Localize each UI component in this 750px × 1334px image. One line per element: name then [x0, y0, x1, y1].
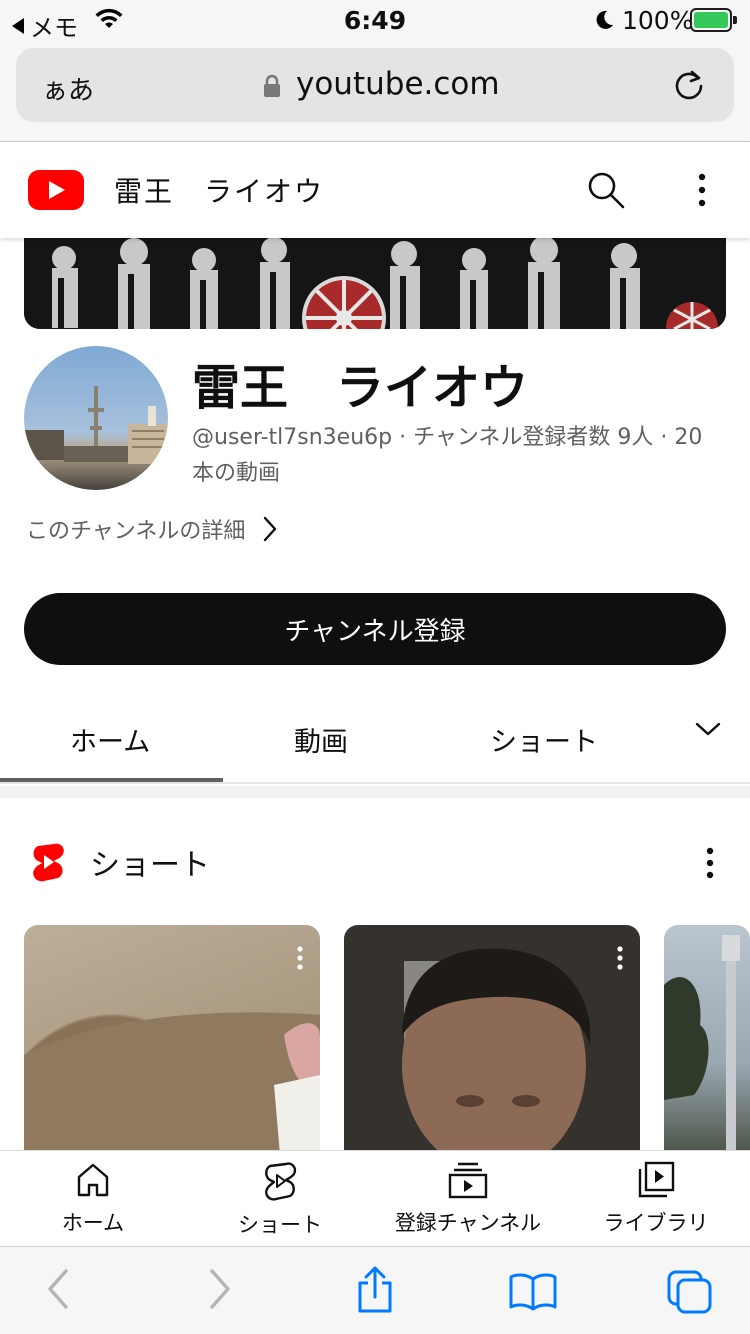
safari-address-bar: ぁあ youtube.com [0, 40, 750, 142]
shorts-shelf-header: ショート [0, 830, 750, 890]
more-vert-icon[interactable] [296, 945, 304, 971]
short-thumbnail[interactable] [664, 925, 750, 1155]
channel-avatar[interactable] [24, 346, 168, 490]
nav-home-label: ホーム [61, 1211, 125, 1235]
active-tab-indicator [0, 778, 223, 782]
chevron-down-icon[interactable] [694, 720, 722, 738]
lock-icon [264, 74, 280, 97]
nav-shorts[interactable]: ショート [190, 1161, 370, 1239]
moon-icon [596, 10, 613, 29]
youtube-header: 雷王 ライオウ [0, 142, 750, 238]
tab-shorts[interactable]: ショート [490, 720, 598, 759]
forward-icon[interactable] [206, 1267, 234, 1311]
channel-banner [24, 238, 726, 329]
channel-tabs: ホーム 動画 ショート [0, 692, 750, 784]
short-thumbnail[interactable] [344, 925, 640, 1155]
nav-shorts-label: ショート [238, 1213, 322, 1237]
more-vert-icon[interactable] [696, 172, 708, 208]
status-bar: メモ 6:49 100% [0, 0, 750, 42]
search-icon[interactable] [586, 170, 626, 210]
section-divider [0, 786, 750, 798]
youtube-bottom-nav: ホーム ショート 登録チャンネル ライブラリ [0, 1150, 750, 1246]
tab-home[interactable]: ホーム [70, 720, 150, 759]
nav-library[interactable]: ライブラリ [566, 1161, 746, 1237]
channel-name: 雷王 ライオウ [192, 360, 529, 416]
chevron-right-icon [264, 516, 277, 542]
safari-toolbar [0, 1246, 750, 1334]
nav-subscriptions[interactable]: 登録チャンネル [378, 1161, 558, 1237]
home-icon [77, 1163, 109, 1197]
subscriptions-icon [448, 1162, 488, 1199]
share-icon[interactable] [354, 1265, 396, 1315]
shorts-shelf-title: ショート [90, 848, 210, 883]
more-vert-icon[interactable] [704, 846, 716, 880]
nav-subscriptions-label: 登録チャンネル [394, 1211, 542, 1235]
url-field[interactable]: ぁあ youtube.com [16, 48, 734, 122]
youtube-logo-icon[interactable] [28, 170, 84, 210]
tabs-icon[interactable] [666, 1269, 714, 1315]
subscribe-button[interactable]: チャンネル登録 [24, 593, 726, 665]
text-size-button[interactable]: ぁあ [42, 70, 94, 107]
nav-library-label: ライブラリ [603, 1211, 709, 1235]
nav-home[interactable]: ホーム [3, 1161, 183, 1237]
channel-meta: @user-tl7sn3eu6p · チャンネル登録者数 9人 · 20 本の動… [192, 425, 703, 486]
channel-details-link[interactable]: このチャンネルの詳細 [26, 513, 277, 545]
shorts-icon [265, 1162, 297, 1201]
url-text: youtube.com [296, 66, 500, 102]
shorts-logo-icon [33, 843, 64, 882]
battery-icon [690, 8, 737, 32]
battery-percentage: 100% [622, 6, 694, 35]
reload-icon[interactable] [672, 68, 706, 102]
more-vert-icon[interactable] [616, 945, 624, 971]
channel-details-label: このチャンネルの詳細 [26, 519, 246, 544]
header-channel-title: 雷王 ライオウ [114, 175, 325, 208]
short-thumbnail[interactable] [24, 925, 320, 1155]
tab-videos[interactable]: 動画 [294, 720, 348, 759]
library-icon [638, 1161, 675, 1198]
bookmarks-icon[interactable] [508, 1271, 558, 1311]
back-icon[interactable] [44, 1267, 72, 1311]
